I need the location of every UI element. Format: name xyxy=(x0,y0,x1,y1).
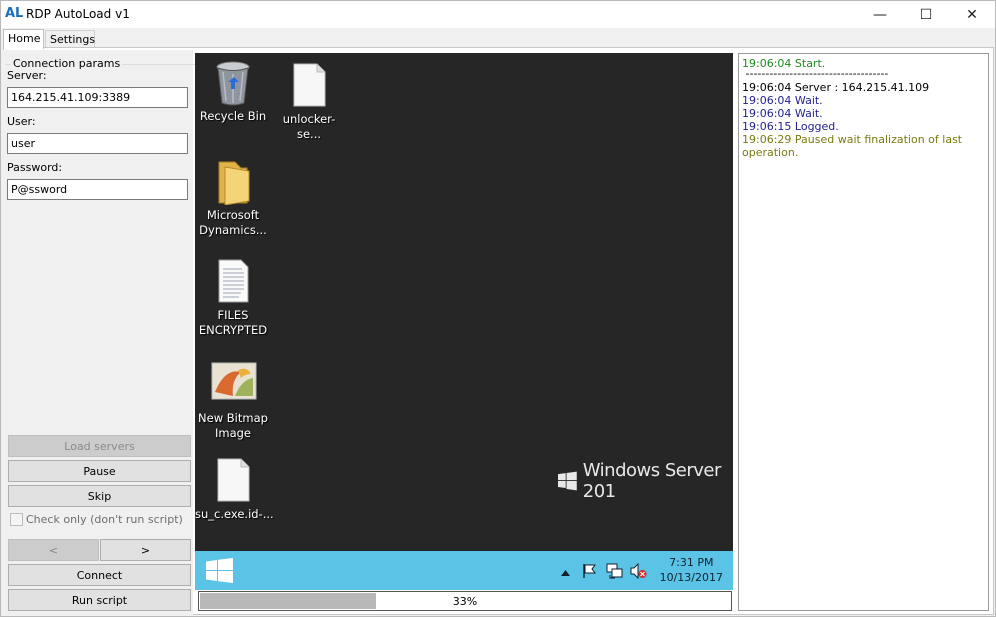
tab-home[interactable]: Home xyxy=(3,29,44,49)
recycle-bin-icon xyxy=(211,60,255,106)
maximize-button[interactable]: ☐ xyxy=(903,1,949,28)
text-document-icon xyxy=(211,259,255,303)
next-button[interactable]: > xyxy=(100,539,191,561)
password-label: Password: xyxy=(7,161,63,174)
clock-time: 7:31 PM xyxy=(669,556,714,569)
desktop-icon-recycle-bin[interactable]: Recycle Bin xyxy=(195,60,271,124)
desktop-icon-files-encrypted[interactable]: FILES ENCRYPTED xyxy=(195,259,271,338)
file-icon xyxy=(287,63,331,107)
log-line: 19:06:29 Paused wait finalization of las… xyxy=(742,133,966,159)
log-line: 19:06:04 Wait. xyxy=(742,107,823,120)
left-panel: Connection params Server: 164.215.41.109… xyxy=(3,50,195,615)
windows-start-icon xyxy=(206,558,233,583)
password-input[interactable]: P@ssword xyxy=(7,179,188,200)
folder-icon xyxy=(211,159,255,206)
desktop-icon-new-bitmap[interactable]: New Bitmap Image xyxy=(195,362,271,441)
file-icon xyxy=(211,458,255,502)
user-label: User: xyxy=(7,115,36,128)
check-only-option[interactable]: Check only (don't run script) xyxy=(10,513,183,526)
desktop-icon-microsoft-dynamics[interactable]: Microsoft Dynamics... xyxy=(195,159,271,238)
pause-button[interactable]: Pause xyxy=(8,460,191,482)
volume-muted-icon xyxy=(630,562,647,580)
check-only-checkbox[interactable] xyxy=(10,513,23,526)
progress-bar: 33% xyxy=(198,591,732,611)
windows-logo-icon xyxy=(558,471,577,491)
minimize-button[interactable]: — xyxy=(857,1,903,28)
desktop-icon-label: New Bitmap Image xyxy=(198,411,268,440)
action-center-tray-icon[interactable] xyxy=(582,563,598,582)
server-input[interactable]: 164.215.41.109:3389 xyxy=(7,87,188,108)
log-line: 19:06:04 Server : 164.215.41.109 xyxy=(742,81,930,94)
connection-params-group: Connection params xyxy=(5,57,195,432)
remote-desktop-view[interactable]: Recycle Bin unlocker-se... Microsoft Dyn… xyxy=(195,53,733,590)
start-button[interactable] xyxy=(206,558,233,586)
log-panel[interactable]: 19:06:04 Start. ------------------------… xyxy=(738,53,989,611)
os-brand-text: Windows Server 201 xyxy=(582,460,722,502)
app-window: AL RDP AutoLoad v1 — ☐ ✕ Home Settings C… xyxy=(0,0,996,617)
maximize-icon: ☐ xyxy=(919,6,933,23)
log-line: ------------------------------------ xyxy=(742,67,889,80)
load-servers-button[interactable]: Load servers xyxy=(8,435,191,457)
close-button[interactable]: ✕ xyxy=(949,1,995,28)
previous-button[interactable]: < xyxy=(8,539,99,561)
network-tray-icon[interactable] xyxy=(606,563,623,582)
title-bar: AL RDP AutoLoad v1 — ☐ ✕ xyxy=(1,1,995,28)
volume-tray-icon[interactable] xyxy=(630,562,647,582)
chevron-up-icon xyxy=(561,570,570,576)
remote-taskbar: 7:31 PM 10/13/2017 xyxy=(195,551,733,590)
window-title: RDP AutoLoad v1 xyxy=(26,7,130,21)
connect-button[interactable]: Connect xyxy=(8,564,191,586)
minimize-icon: — xyxy=(873,6,887,23)
check-only-label: Check only (don't run script) xyxy=(26,513,183,526)
skip-button[interactable]: Skip xyxy=(8,485,191,507)
bitmap-image-icon xyxy=(211,362,257,406)
show-hidden-icons-button[interactable] xyxy=(561,566,570,579)
desktop-icon-unlocker[interactable]: unlocker-se... xyxy=(271,63,347,142)
windows-server-logo: Windows Server 201 xyxy=(558,460,733,502)
app-logo: AL xyxy=(5,6,24,21)
desktop-icon-label: FILES ENCRYPTED xyxy=(198,308,268,337)
desktop-icon-label: unlocker-se... xyxy=(282,112,336,141)
taskbar-clock[interactable]: 7:31 PM 10/13/2017 xyxy=(660,555,723,585)
log-line: 19:06:15 Logged. xyxy=(742,120,839,133)
clock-date: 10/13/2017 xyxy=(659,571,723,584)
network-icon xyxy=(606,563,623,579)
user-input[interactable]: user xyxy=(7,133,188,154)
server-label: Server: xyxy=(7,69,47,82)
desktop-icon-label: Microsoft Dynamics... xyxy=(199,208,267,237)
flag-icon xyxy=(583,564,596,578)
log-line: 19:06:04 Wait. xyxy=(742,94,823,107)
close-icon: ✕ xyxy=(966,6,978,23)
desktop-icon-label: su_c.exe.id-... xyxy=(195,507,274,521)
progress-label: 33% xyxy=(452,595,478,608)
desktop-icon-su-c-exe[interactable]: su_c.exe.id-... xyxy=(195,458,274,522)
desktop-icon-label: Recycle Bin xyxy=(199,109,267,123)
run-script-button[interactable]: Run script xyxy=(8,589,191,611)
